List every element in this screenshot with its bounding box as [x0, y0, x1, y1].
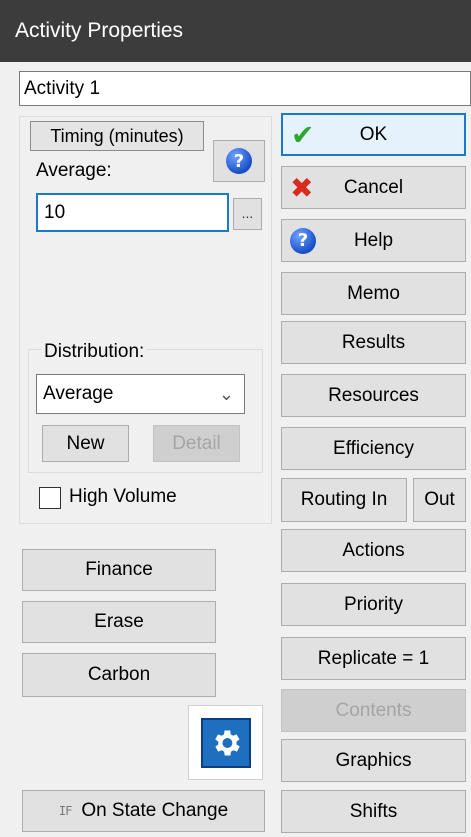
average-input[interactable]: 10 [36, 193, 229, 232]
gear-icon [214, 730, 240, 755]
chevron-down-icon: ⌄ [218, 384, 234, 404]
distribution-select[interactable]: Average ⌄ [36, 374, 245, 414]
routing-out-button[interactable]: Out [413, 478, 466, 522]
x-icon: ✖ [290, 171, 314, 204]
ok-label: OK [359, 123, 388, 145]
actions-button[interactable]: Actions [281, 529, 466, 572]
help-button[interactable]: ? Help [281, 219, 466, 262]
if-condition-icon: IF [58, 804, 72, 818]
resources-button[interactable]: Resources [281, 374, 466, 417]
distribution-label: Distribution: [42, 341, 147, 363]
efficiency-button[interactable]: Efficiency [281, 427, 466, 470]
activity-name-input[interactable]: Activity 1 [19, 71, 471, 106]
question-icon: ? [226, 148, 252, 174]
timing-group-label: Timing (minutes) [30, 121, 204, 151]
on-state-change-button[interactable]: IF On State Change [22, 790, 265, 832]
distribution-selected-value: Average [43, 383, 114, 404]
carbon-button[interactable]: Carbon [22, 653, 216, 697]
average-browse-button[interactable]: ... [233, 198, 262, 230]
graphics-button[interactable]: Graphics [281, 739, 466, 782]
cancel-button[interactable]: ✖ Cancel [281, 166, 466, 209]
settings-button[interactable] [200, 717, 251, 768]
new-distribution-button[interactable]: New [42, 425, 129, 462]
timing-help-button[interactable]: ? [213, 140, 265, 182]
window-title: Activity Properties [0, 0, 471, 62]
average-label: Average: [36, 160, 112, 181]
shifts-button[interactable]: Shifts [281, 790, 466, 833]
settings-button-frame [188, 705, 263, 780]
checkmark-icon: ✔ [291, 118, 315, 151]
replicate-button[interactable]: Replicate = 1 [281, 637, 466, 680]
memo-button[interactable]: Memo [281, 272, 466, 315]
help-label: Help [353, 229, 394, 251]
results-button[interactable]: Results [281, 321, 466, 364]
question-icon: ? [290, 227, 316, 254]
high-volume-label: High Volume [69, 486, 177, 507]
finance-button[interactable]: Finance [22, 549, 216, 591]
cancel-label: Cancel [343, 176, 404, 198]
high-volume-checkbox[interactable] [39, 487, 61, 509]
detail-button[interactable]: Detail [153, 425, 240, 462]
erase-button[interactable]: Erase [22, 601, 216, 643]
ok-button[interactable]: ✔ OK [281, 113, 466, 156]
contents-button[interactable]: Contents [281, 689, 466, 732]
routing-in-button[interactable]: Routing In [281, 478, 407, 522]
help-icon-wrap: ? [290, 227, 316, 254]
priority-button[interactable]: Priority [281, 583, 466, 626]
on-state-change-label: On State Change [81, 800, 229, 821]
